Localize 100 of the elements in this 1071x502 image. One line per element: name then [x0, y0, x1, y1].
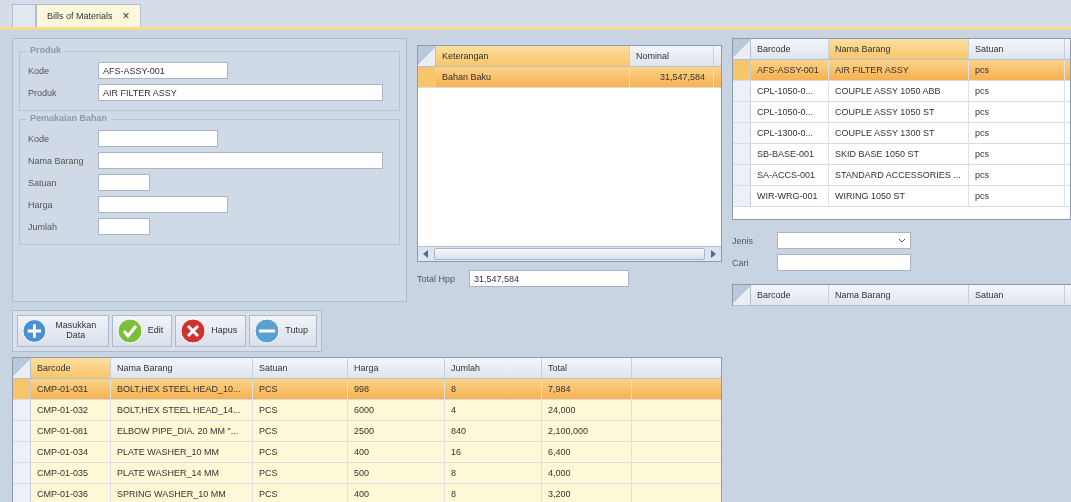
- dropdown[interactable]: [777, 232, 911, 249]
- table-cell: CMP-01-034: [31, 442, 111, 462]
- column-header[interactable]: Satuan: [253, 358, 348, 378]
- table-row[interactable]: CPL-1050-0... COUPLE ASSY 1050 ST pcs: [733, 102, 1070, 123]
- table-cell: pcs: [969, 186, 1065, 206]
- search-field[interactable]: [777, 254, 911, 271]
- table-row[interactable]: CMP-01-035 PLATE WASHER_14 MM PCS 500 8 4,000: [13, 463, 721, 484]
- table-cell: 7,984: [542, 379, 632, 399]
- column-header[interactable]: Keterangan: [436, 46, 630, 66]
- field-label: Produk: [28, 87, 58, 98]
- group-title: Produk: [26, 45, 65, 55]
- table-row[interactable]: SA-ACCS-001 STANDARD ACCESSORIES ... pcs: [733, 165, 1070, 186]
- table-cell: 840: [445, 421, 542, 441]
- table-row[interactable]: CMP-01-031 BOLT,HEX STEEL HEAD_10... PCS 998 8 7,984: [13, 379, 721, 400]
- table-row[interactable]: CPL-1300-0... COUPLE ASSY 1300 ST pcs: [733, 123, 1070, 144]
- table-cell: PCS: [253, 421, 348, 441]
- text-field[interactable]: [98, 218, 150, 235]
- column-header[interactable]: Harga: [348, 358, 445, 378]
- column-header[interactable]: Nama Barang: [829, 39, 969, 59]
- table-cell: 500: [348, 463, 445, 483]
- table-cell: 4: [445, 400, 542, 420]
- table-row[interactable]: AFS-ASSY-001 AIR FILTER ASSY pcs: [733, 60, 1070, 81]
- table-row[interactable]: CPL-1050-0... COUPLE ASSY 1050 ABB pcs: [733, 81, 1070, 102]
- table-cell: AFS-ASSY-001: [751, 60, 829, 80]
- table-cell: 16: [445, 442, 542, 462]
- column-header[interactable]: Satuan: [969, 285, 1065, 305]
- table-cell: pcs: [969, 123, 1065, 143]
- table-cell: 3,200: [542, 484, 632, 502]
- table-cell: 8: [445, 463, 542, 483]
- table-cell: 8: [445, 484, 542, 502]
- table-cell: 6000: [348, 400, 445, 420]
- table-cell: PCS: [253, 484, 348, 502]
- table-cell: CPL-1300-0...: [751, 123, 829, 143]
- table-cell: pcs: [969, 102, 1065, 122]
- toolbar-button[interactable]: Edit: [111, 315, 173, 347]
- table-row[interactable]: CMP-01-032 BOLT,HEX STEEL HEAD_14... PCS 6000 4 24,000: [13, 400, 721, 421]
- check-icon: [116, 318, 143, 344]
- text-field[interactable]: [98, 130, 218, 147]
- horizontal-scrollbar[interactable]: [418, 246, 721, 261]
- table-cell: SB-BASE-001: [751, 144, 829, 164]
- table-row[interactable]: SB-BASE-001 SKID BASE 1050 ST pcs: [733, 144, 1070, 165]
- table-cell: COUPLE ASSY 1300 ST: [829, 123, 969, 143]
- table-cell: CMP-01-031: [31, 379, 111, 399]
- table-cell: PCS: [253, 379, 348, 399]
- group-title: Pemakaian Bahan: [26, 113, 112, 123]
- table-row[interactable]: CMP-01-081 ELBOW PIPE_DIA. 20 MM "... PCS 2500 840 2,100,000: [13, 421, 721, 442]
- field-label: Jenis: [732, 235, 754, 246]
- column-header[interactable]: Satuan: [969, 39, 1065, 59]
- table-cell: CPL-1050-0...: [751, 81, 829, 101]
- table-row[interactable]: Bahan Baku 31,547,584: [418, 67, 721, 88]
- toolbar-button[interactable]: Hapus: [175, 315, 247, 347]
- table-cell: STANDARD ACCESSORIES ...: [829, 165, 969, 185]
- table-cell: 2500: [348, 421, 445, 441]
- chevron-down-icon: [898, 237, 906, 244]
- table-cell: COUPLE ASSY 1050 ABB: [829, 81, 969, 101]
- document-tab[interactable]: Bills of Materials ×: [36, 4, 141, 27]
- field-label: Total Hpp: [417, 273, 457, 284]
- column-header[interactable]: Jumlah: [445, 358, 542, 378]
- field-label: Cari: [732, 257, 750, 268]
- column-header[interactable]: Total: [542, 358, 632, 378]
- field-label: Nama Barang: [28, 155, 85, 166]
- table-cell: 998: [348, 379, 445, 399]
- table-cell: PLATE WASHER_14 MM: [111, 463, 253, 483]
- table-cell: Bahan Baku: [436, 67, 630, 87]
- table-cell: SKID BASE 1050 ST: [829, 144, 969, 164]
- blank-tab[interactable]: [12, 4, 36, 27]
- field-label: Jumlah: [28, 221, 58, 232]
- table-cell: WIRING 1050 ST: [829, 186, 969, 206]
- field-label: Kode: [28, 65, 51, 76]
- table-cell: BOLT,HEX STEEL HEAD_10...: [111, 379, 253, 399]
- table-cell: 400: [348, 442, 445, 462]
- column-header[interactable]: Nama Barang: [829, 285, 969, 305]
- column-header[interactable]: Barcode: [751, 285, 829, 305]
- text-field[interactable]: AFS-ASSY-001: [98, 62, 228, 79]
- close-icon[interactable]: ×: [122, 9, 130, 23]
- text-field[interactable]: [98, 174, 150, 191]
- toolbar-button[interactable]: Tutup: [249, 315, 317, 347]
- text-field[interactable]: [98, 196, 228, 213]
- table-row[interactable]: CMP-01-034 PLATE WASHER_10 MM PCS 400 16 6,400: [13, 442, 721, 463]
- table-cell: CMP-01-081: [31, 421, 111, 441]
- toolbar-button[interactable]: Masukkan Data: [17, 315, 109, 347]
- column-header[interactable]: Barcode: [31, 358, 111, 378]
- text-field[interactable]: [98, 152, 383, 169]
- minus-icon: [254, 318, 281, 344]
- plus-icon: [22, 318, 47, 344]
- table-row[interactable]: WIR-WRG-001 WIRING 1050 ST pcs: [733, 186, 1070, 207]
- column-header[interactable]: Nama Barang: [111, 358, 253, 378]
- table-cell: CPL-1050-0...: [751, 102, 829, 122]
- table-cell: CMP-01-036: [31, 484, 111, 502]
- table-cell: WIR-WRG-001: [751, 186, 829, 206]
- column-header[interactable]: Nominal: [630, 46, 714, 66]
- text-field[interactable]: AIR FILTER ASSY: [98, 84, 383, 101]
- table-cell: PCS: [253, 463, 348, 483]
- table-cell: 400: [348, 484, 445, 502]
- table-cell: PLATE WASHER_10 MM: [111, 442, 253, 462]
- field-label: Satuan: [28, 177, 58, 188]
- scrollbar-thumb[interactable]: [434, 248, 705, 260]
- table-cell: pcs: [969, 165, 1065, 185]
- text-field[interactable]: 31,547,584: [469, 270, 629, 287]
- table-row[interactable]: CMP-01-036 SPRING WASHER_10 MM PCS 400 8 3,200: [13, 484, 721, 502]
